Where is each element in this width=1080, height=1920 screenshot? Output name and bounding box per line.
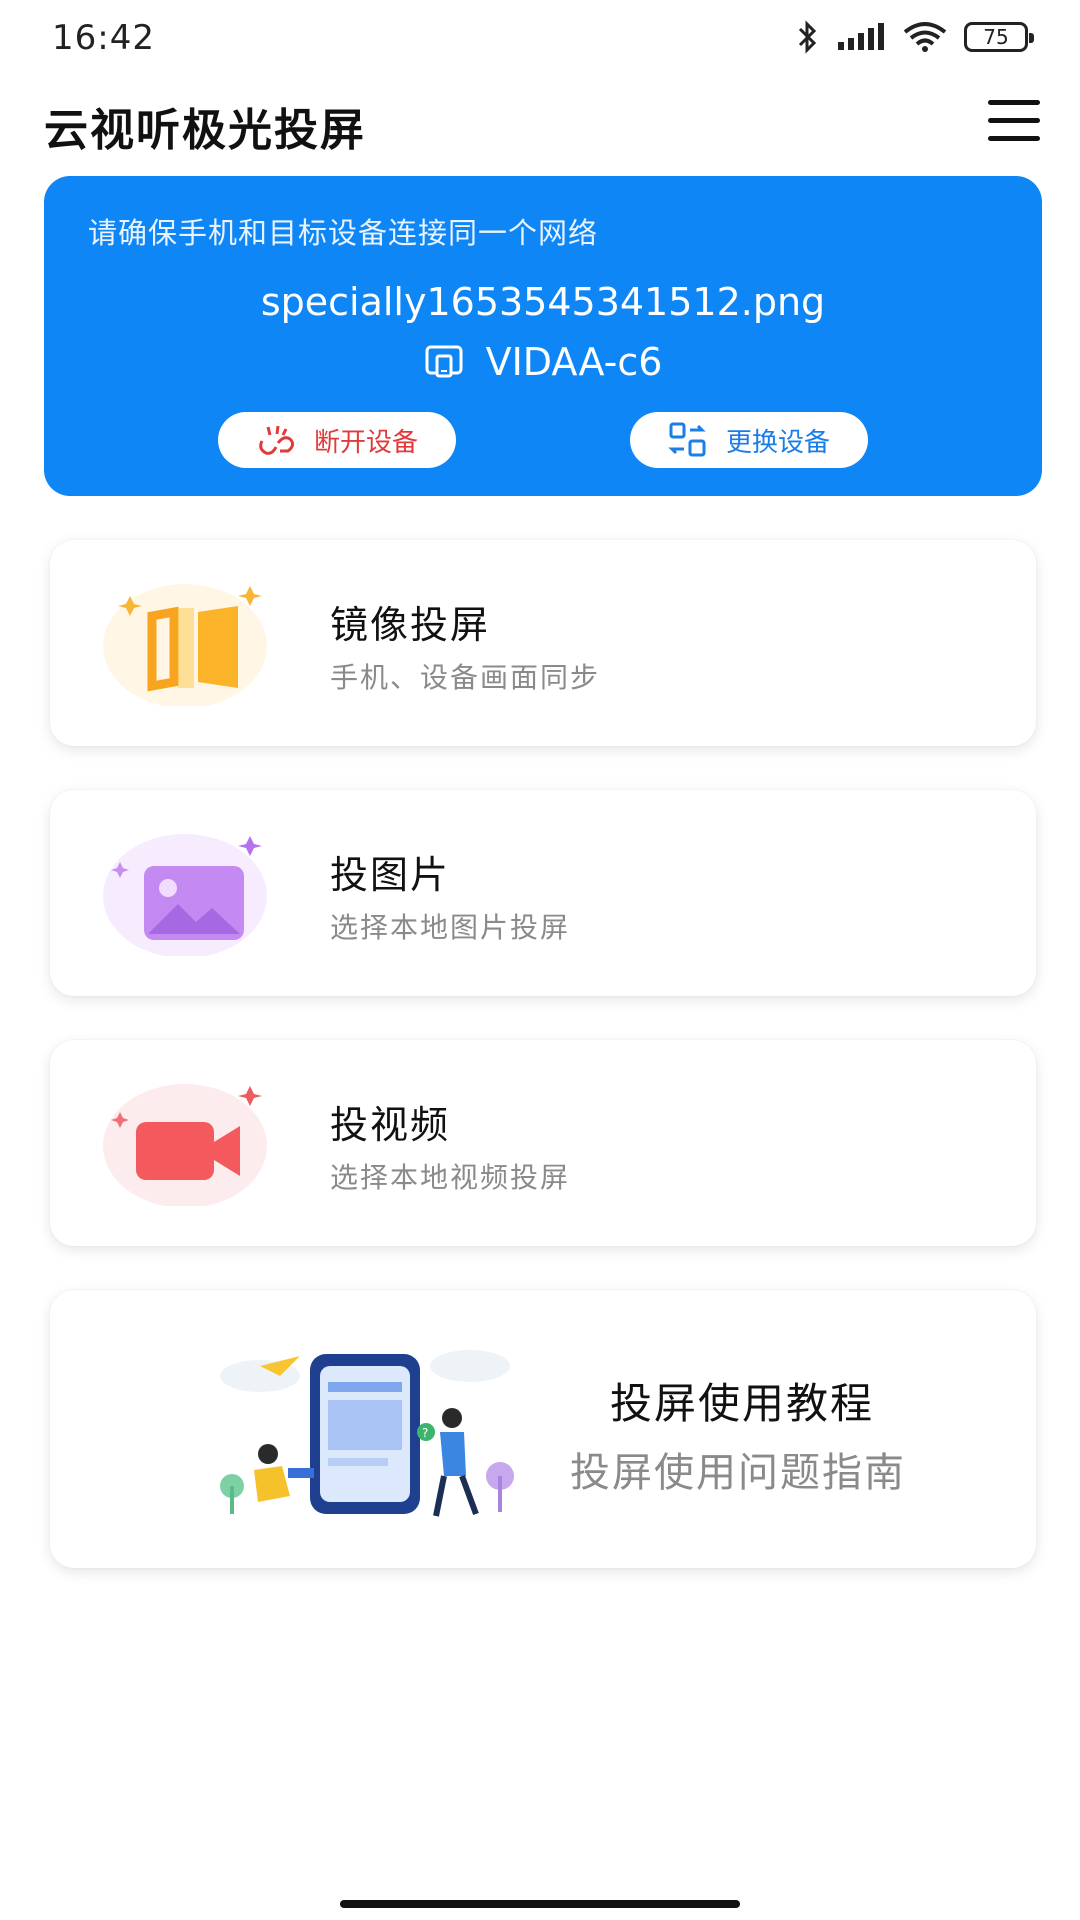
mirror-cast-title: 镜像投屏 [330,603,491,647]
tutorial-card[interactable]: ? 投屏使用教程 投屏使用问题指南 [50,1290,1036,1568]
menu-button[interactable] [988,98,1042,142]
disconnect-label: 断开设备 [313,427,418,458]
picture-icon [100,826,270,958]
network-hint: 请确保手机和目标设备连接同一个网络 [88,216,599,250]
tutorial-title: 投屏使用教程 [610,1379,875,1428]
switch-device-button[interactable]: 更换设备 [630,412,868,468]
bluetooth-icon [798,20,817,54]
home-indicator[interactable] [340,1900,740,1908]
casting-file-name: specially1653545341512.png [260,280,826,324]
status-bar: 16:42 75 [0,0,1080,80]
cast-picture-card[interactable]: 投图片 选择本地图片投屏 [50,790,1036,996]
cast-device-icon [425,345,463,378]
battery-level: 75 [983,25,1009,49]
status-icons: 75 [796,20,1034,54]
status-time: 16:42 [52,18,155,58]
cast-video-card[interactable]: 投视频 选择本地视频投屏 [50,1040,1036,1246]
cast-video-subtitle: 选择本地视频投屏 [330,1161,571,1194]
connection-card: 请确保手机和目标设备连接同一个网络 specially1653545341512… [44,176,1042,496]
tutorial-subtitle: 投屏使用问题指南 [570,1450,906,1496]
cast-picture-subtitle: 选择本地图片投屏 [330,911,571,944]
mirror-icon [100,576,270,708]
wifi-icon [903,22,947,52]
signal-icon [838,23,884,50]
device-name: VIDAA-c6 [485,340,663,384]
tutorial-illustration: ? [220,1350,514,1517]
disconnect-device-button[interactable]: 断开设备 [218,412,456,468]
app-bar: 云视听极光投屏 [0,80,1080,160]
device-row: VIDAA-c6 [44,340,1042,384]
mirror-cast-card[interactable]: 镜像投屏 手机、设备画面同步 [50,540,1036,746]
video-camera-icon [100,1076,270,1208]
switch-device-icon [668,422,706,457]
app-title: 云视听极光投屏 [44,105,366,156]
svg-text:?: ? [422,1426,428,1440]
switch-device-label: 更换设备 [725,427,830,458]
disconnect-icon [259,425,295,455]
cast-picture-title: 投图片 [330,853,451,897]
cast-video-title: 投视频 [330,1103,451,1147]
mirror-cast-subtitle: 手机、设备画面同步 [330,661,601,694]
battery-icon: 75 [964,22,1034,52]
